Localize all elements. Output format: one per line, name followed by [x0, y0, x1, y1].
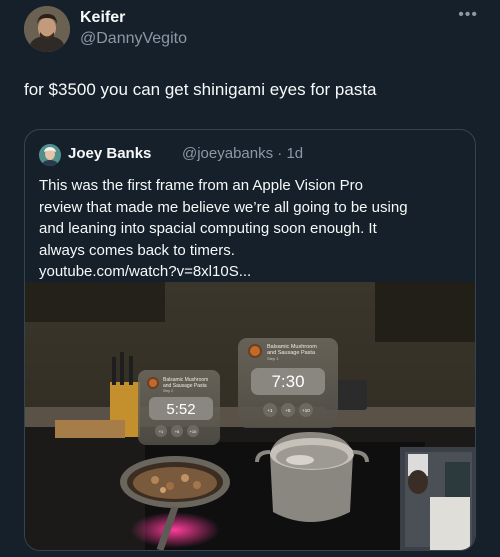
author-avatar[interactable]: [24, 6, 70, 52]
right-add-5-label: +5: [285, 408, 291, 413]
author-handle[interactable]: @DannyVegito: [80, 30, 187, 48]
right-add-10-label: +10: [302, 408, 310, 413]
right-timer-time: 7:30: [271, 372, 304, 391]
left-add-1-label: +1: [159, 429, 164, 434]
quoted-link[interactable]: youtube.com/watch?v=8xl10S...: [39, 261, 469, 283]
quoted-tweet[interactable]: Joey Banks @joeyabanks · 1d This was the…: [24, 129, 476, 551]
quoted-avatar[interactable]: [39, 144, 61, 166]
quoted-text-line: always comes back to timers.: [39, 241, 235, 259]
vision-pro-kitchen-image[interactable]: Balsamic Mushroom and Sausage Pasta Step…: [25, 282, 476, 551]
author-name[interactable]: Keifer: [80, 9, 125, 27]
timer-panel-right[interactable]: Balsamic Mushroom and Sausage Pasta Step…: [238, 338, 338, 428]
left-add-5-label: +5: [175, 429, 180, 434]
quoted-text-line: and leaning into spacial computing soon …: [39, 220, 377, 237]
quoted-text: This was the first frame from an Apple V…: [39, 175, 469, 283]
quoted-author-name[interactable]: Joey Banks: [68, 145, 151, 162]
left-timer-time: 5:52: [166, 401, 195, 418]
quoted-text-line: review that made me believe we’re all go…: [39, 198, 408, 216]
right-panel-step: Step 1: [267, 356, 279, 361]
right-add-1-label: +1: [267, 408, 273, 413]
more-dots-icon[interactable]: •••: [458, 6, 478, 24]
left-add-10-label: +10: [190, 429, 198, 434]
tweet-text: for $3500 you can get shinigami eyes for…: [24, 80, 377, 99]
left-panel-step: Step 2: [163, 389, 173, 393]
quoted-author-handle[interactable]: @joeyabanks · 1d: [182, 145, 303, 162]
quoted-text-line: This was the first frame from an Apple V…: [39, 177, 364, 194]
timer-panel-left[interactable]: Balsamic Mushroom and Sausage Pasta Step…: [138, 370, 220, 445]
